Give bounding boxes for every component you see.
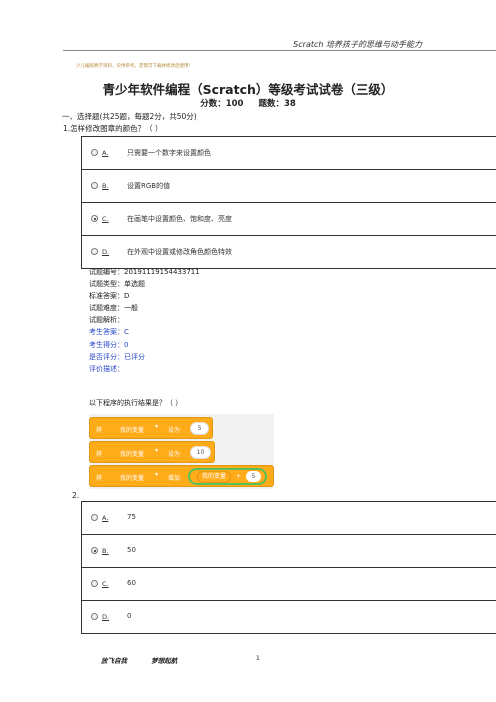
scratch-change-block: 将 我的变量 ▾ 增加 我的变量 + 5 (89, 465, 274, 487)
block-verb: 将 (96, 427, 103, 434)
option-text: 只需要一个数字来设置颜色 (127, 149, 211, 157)
question-1-options: A. 只需要一个数字来设置颜色 B. 设置RGB的值 C. 在画笔中设置颜色、饱… (81, 136, 496, 269)
option-letter: B. (102, 547, 109, 555)
block-op: 设为 (168, 427, 181, 434)
scratch-set-block: 将 我的变量 ▾ 设为 5 (89, 417, 213, 439)
option-row[interactable]: D. 0 (81, 601, 496, 634)
block-op: 增加 (168, 475, 181, 482)
option-letter: A. (102, 514, 109, 522)
radio-button[interactable] (91, 613, 98, 620)
block-var: 我的变量 (120, 427, 145, 434)
option-letter: D. (102, 248, 110, 256)
section-heading: 一、选择题(共25题，每题2分，共50分) (62, 112, 197, 121)
option-text: 在外观中设置或修改角色颜色特效 (127, 248, 232, 256)
question-1-stem: 1.怎样修改图章的颜色？（ ） (63, 124, 163, 133)
chevron-down-icon: ▾ (155, 423, 159, 430)
student-answer: 考生答案：C (89, 328, 129, 337)
inner-var: 我的变量 (197, 471, 232, 483)
footer-slogan: 放飞自我 梦想起航 (101, 655, 199, 665)
option-row[interactable]: B. 设置RGB的值 (81, 170, 496, 203)
option-row[interactable]: C. 在画笔中设置颜色、饱和度、亮度 (81, 203, 496, 236)
block-verb: 将 (96, 475, 103, 482)
page-number: 1 (256, 655, 260, 662)
radio-button[interactable] (91, 248, 98, 255)
question-2-number: 2. (72, 491, 80, 500)
scratch-code-image: 将 我的变量 ▾ 设为 5 将 我的变量 ▾ 设为 10 将 我的变量 ▾ 增加… (89, 414, 274, 489)
block-value: 5 (245, 471, 261, 482)
radio-button[interactable] (91, 182, 98, 189)
header-note: 少儿编程教学资料，仅供参考，若需可下载并修改后使用！ (76, 64, 193, 69)
radio-button-selected[interactable] (91, 215, 98, 222)
chevron-down-icon: ▾ (155, 471, 159, 478)
option-letter: D. (102, 613, 110, 621)
option-text: 50 (127, 546, 136, 554)
total-score: 分数：100 (200, 99, 244, 109)
analysis: 试题解析： (89, 316, 124, 325)
student-score: 考生得分：0 (89, 340, 129, 349)
operator-block: 我的变量 + 5 (188, 468, 267, 485)
option-text: 设置RGB的值 (127, 182, 171, 190)
option-text: 0 (127, 612, 132, 620)
block-verb: 将 (96, 451, 103, 458)
option-row[interactable]: A. 只需要一个数字来设置颜色 (81, 137, 496, 170)
question-id: 试题编号：20191119154433711 (89, 268, 200, 276)
option-letter: A. (102, 149, 109, 157)
question-2-options: A. 75 B. 50 C. 60 D. 0 (81, 501, 496, 634)
block-op: 设为 (168, 451, 181, 458)
option-letter: C. (102, 215, 109, 223)
page-subtitle: 分数：100 题数：38 (0, 97, 496, 109)
difficulty: 试题难度：一般 (89, 304, 138, 313)
option-text: 在画笔中设置颜色、饱和度、亮度 (127, 215, 232, 223)
question-type: 试题类型：单选题 (89, 280, 145, 289)
question-2-stem: 以下程序的执行结果是？（ ） (89, 399, 183, 407)
footer-middle: 梦想起航 (151, 657, 178, 665)
radio-button[interactable] (91, 149, 98, 156)
standard-answer: 标准答案：D (89, 292, 130, 301)
block-var: 我的变量 (120, 451, 145, 458)
option-text: 60 (127, 579, 136, 587)
block-var: 我的变量 (120, 475, 145, 482)
radio-button-selected[interactable] (91, 547, 98, 554)
block-value: 5 (190, 422, 209, 435)
option-row[interactable]: C. 60 (81, 568, 496, 601)
option-row[interactable]: D. 在外观中设置或修改角色颜色特效 (81, 236, 496, 269)
option-text: 75 (127, 513, 136, 521)
footer-left: 放飞自我 (101, 657, 127, 665)
page-title: 青少年软件编程（Scratch）等级考试试卷（三级） (102, 82, 394, 97)
graded-status: 是否评分：已评分 (89, 352, 145, 361)
radio-button[interactable] (91, 580, 98, 587)
plus-sign: + (235, 473, 241, 480)
block-value: 10 (190, 446, 211, 459)
comment: 评价描述： (89, 364, 124, 373)
radio-button[interactable] (91, 514, 98, 521)
scratch-set-block: 将 我的变量 ▾ 设为 10 (89, 441, 215, 463)
option-letter: B. (102, 182, 109, 190)
option-row[interactable]: A. 75 (81, 502, 496, 535)
question-count: 题数：38 (258, 99, 296, 109)
header-title: Scratch 培养孩子的思维与动手能力 (293, 40, 422, 49)
option-row[interactable]: B. 50 (81, 535, 496, 568)
chevron-down-icon: ▾ (155, 447, 159, 454)
option-letter: C. (102, 580, 109, 588)
question-1-info: 试题编号：20191119154433711 试题类型：单选题 标准答案：D 试… (89, 266, 200, 375)
header-divider (63, 50, 496, 51)
